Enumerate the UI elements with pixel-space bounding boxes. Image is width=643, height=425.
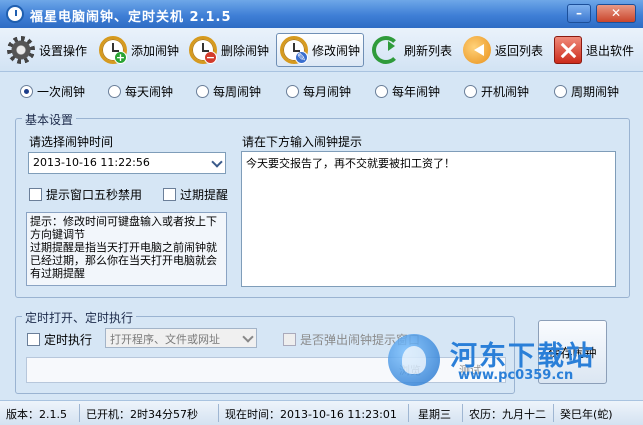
- radio-periodic[interactable]: 周期闹钟: [554, 83, 619, 100]
- chevron-down-icon[interactable]: [212, 157, 222, 167]
- status-bar: 版本：2.1.5 已开机：2时34分57秒 现在时间：2013-10-16 11…: [0, 400, 643, 425]
- status-uptime: 已开机：2时34分57秒: [86, 408, 198, 421]
- path-row: 浏览 测试: [26, 357, 506, 383]
- edit-clock-icon: ✎: [280, 36, 308, 64]
- chevron-down-icon[interactable]: [243, 332, 253, 342]
- alarm-time-label: 请选择闹钟时间: [29, 135, 114, 149]
- program-select[interactable]: 打开程序、文件或网址: [105, 328, 257, 348]
- radio-once[interactable]: 一次闹钟: [20, 83, 85, 100]
- radio-on-boot[interactable]: 开机闹钟: [464, 83, 529, 100]
- gear-icon: [7, 36, 35, 64]
- back-to-list-button[interactable]: 返回列表: [460, 33, 546, 67]
- settings-label: 设置操作: [39, 43, 88, 58]
- status-version: 版本：2.1.5: [6, 408, 67, 421]
- refresh-list-label: 刷新列表: [404, 43, 453, 58]
- repeat-type-group: 一次闹钟 每天闹钟 每周闹钟 每月闹钟 每年闹钟 开机闹钟 周期闹钟: [0, 80, 643, 102]
- radio-daily[interactable]: 每天闹钟: [108, 83, 173, 100]
- save-alarm-label: 保存闹钟: [548, 345, 597, 360]
- edit-alarm-button[interactable]: ✎ 修改闹钟: [276, 33, 365, 67]
- title-bar: 福星电脑闹钟、定时关机 2.1.5 – ✕: [0, 0, 643, 28]
- message-textarea[interactable]: 今天要交报告了，再不交就要被扣工资了！: [241, 151, 616, 287]
- radio-yearly[interactable]: 每年闹钟: [375, 83, 440, 100]
- exit-x-icon: [554, 36, 582, 64]
- exit-button[interactable]: 退出软件: [551, 33, 637, 67]
- alarm-time-picker[interactable]: 2013-10-16 11:22:56: [28, 152, 226, 174]
- timed-exec-checkbox[interactable]: 定时执行: [27, 331, 92, 348]
- delete-alarm-button[interactable]: − 删除闹钟: [186, 33, 272, 67]
- add-alarm-button[interactable]: + 添加闹钟: [96, 33, 182, 67]
- edit-alarm-label: 修改闹钟: [312, 43, 361, 58]
- delete-alarm-label: 删除闹钟: [221, 43, 270, 58]
- message-label: 请在下方输入闹钟提示: [242, 135, 363, 149]
- add-clock-icon: +: [99, 36, 127, 64]
- close-button[interactable]: ✕: [596, 4, 636, 23]
- status-weekday: 星期三: [418, 408, 451, 421]
- back-arrow-icon: [463, 36, 491, 64]
- basic-settings-legend: 基本设置: [22, 111, 77, 128]
- save-alarm-button[interactable]: 保存闹钟: [538, 320, 607, 384]
- radio-monthly[interactable]: 每月闹钟: [286, 83, 351, 100]
- back-to-list-label: 返回列表: [495, 43, 544, 58]
- exit-label: 退出软件: [586, 43, 635, 58]
- expire-remind-checkbox[interactable]: 过期提醒: [163, 186, 228, 203]
- alarm-clock-icon: [6, 5, 24, 23]
- test-button[interactable]: 测试: [459, 362, 481, 380]
- refresh-list-button[interactable]: 刷新列表: [369, 33, 455, 67]
- hint-text: 提示：修改时间可键盘输入或者按上下方向键调节 过期提醒是指当天打开电脑之前闹钟就…: [26, 212, 227, 286]
- popup-checkbox[interactable]: 是否弹出闹钟提示窗口: [283, 331, 420, 348]
- status-lunar-date: 农历：九月十二: [469, 408, 546, 421]
- delete-clock-icon: −: [189, 36, 217, 64]
- minimize-button[interactable]: –: [567, 4, 591, 23]
- window-title: 福星电脑闹钟、定时关机 2.1.5: [30, 10, 232, 25]
- refresh-icon: [372, 36, 400, 64]
- browse-button[interactable]: 浏览: [399, 362, 421, 380]
- status-ganzhi-year: 癸巳年(蛇): [560, 408, 613, 421]
- settings-button[interactable]: 设置操作: [4, 33, 90, 67]
- radio-weekly[interactable]: 每周闹钟: [196, 83, 261, 100]
- toolbar: 设置操作 + 添加闹钟 − 删除闹钟 ✎ 修改闹钟 刷新列表 返回列表 退出软件: [0, 28, 643, 72]
- timed-exec-legend: 定时打开、定时执行: [22, 309, 137, 326]
- disable-popup-checkbox[interactable]: 提示窗口五秒禁用: [29, 186, 142, 203]
- alarm-time-value: 2013-10-16 11:22:56: [33, 156, 150, 169]
- status-current-time: 现在时间：2013-10-16 11:23:01: [225, 408, 397, 421]
- add-alarm-label: 添加闹钟: [131, 43, 180, 58]
